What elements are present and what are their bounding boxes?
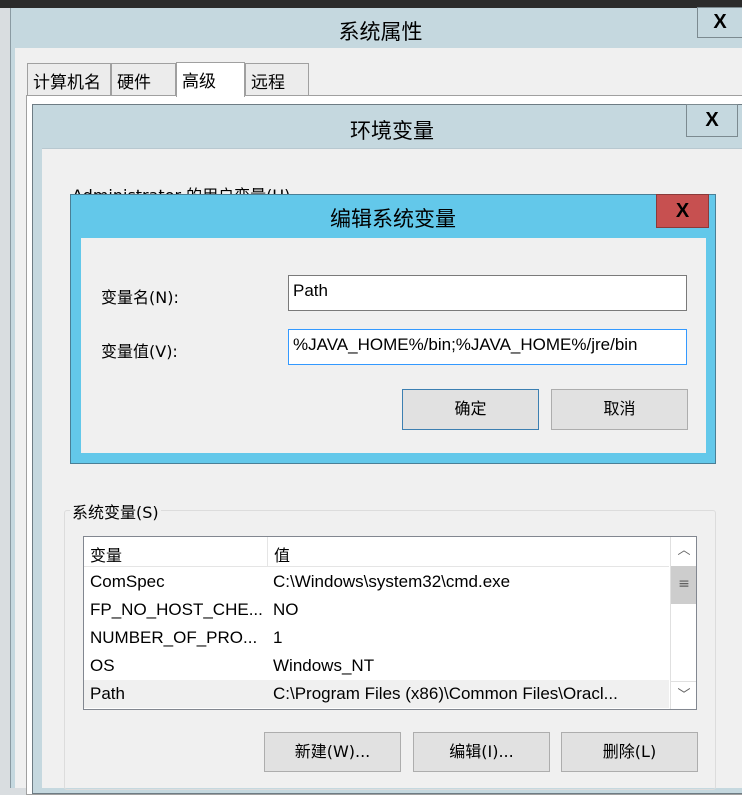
system-properties-close-button[interactable]: X <box>697 7 742 38</box>
window-title: 系统属性 <box>338 20 423 44</box>
tab-advanced[interactable]: 高级 <box>176 62 245 97</box>
var-value: C:\Program Files (x86)\Common Files\Orac… <box>273 684 618 703</box>
var-name: OS <box>90 656 115 675</box>
column-header-value[interactable]: 值 <box>274 542 290 566</box>
dialog-close-button[interactable]: X <box>656 194 709 228</box>
var-name: FP_NO_HOST_CHE... <box>90 600 263 619</box>
table-row[interactable]: OS Windows_NT <box>84 652 669 680</box>
edit-system-variable-dialog: 编辑系统变量 X 变量名(N): Path 变量值(V): %JAVA_HOME… <box>70 194 716 464</box>
desktop-top-bar <box>0 0 742 8</box>
system-vars-list[interactable]: 变量 值 ComSpec C:\Windows\system32\cmd.exe … <box>83 536 697 710</box>
new-button[interactable]: 新建(W)... <box>264 732 401 772</box>
env-vars-close-button[interactable]: X <box>686 104 738 137</box>
var-value: 1 <box>273 628 283 647</box>
system-vars-label: 系统变量(S) <box>70 499 161 523</box>
window-title: 环境变量 <box>350 119 434 143</box>
list-header: 变量 值 <box>84 537 669 567</box>
tab-hardware[interactable]: 硬件 <box>111 63 176 96</box>
var-name: ComSpec <box>90 572 165 591</box>
dialog-title: 编辑系统变量 <box>330 207 456 231</box>
var-name: NUMBER_OF_PRO... <box>90 628 258 647</box>
ok-button[interactable]: 确定 <box>402 389 539 430</box>
table-row[interactable]: ComSpec C:\Windows\system32\cmd.exe <box>84 568 669 596</box>
table-row[interactable]: NUMBER_OF_PRO... 1 <box>84 624 669 652</box>
tab-computer-name[interactable]: 计算机名 <box>27 63 111 96</box>
dialog-body: 变量名(N): Path 变量值(V): %JAVA_HOME%/bin;%JA… <box>81 238 706 453</box>
cancel-button[interactable]: 取消 <box>551 389 688 430</box>
variable-value-input[interactable]: %JAVA_HOME%/bin;%JAVA_HOME%/jre/bin <box>288 329 687 365</box>
scroll-up-arrow-icon[interactable]: ︿ <box>671 537 696 565</box>
column-header-variable[interactable]: 变量 <box>90 542 122 566</box>
variable-value-label: 变量值(V): <box>101 342 178 361</box>
variable-name-input[interactable]: Path <box>288 275 687 311</box>
var-value: NO <box>273 600 299 619</box>
var-value: C:\Windows\system32\cmd.exe <box>273 572 511 591</box>
var-value: Windows_NT <box>273 656 375 675</box>
var-name: Path <box>90 684 125 703</box>
vertical-scrollbar[interactable]: ︿ ≡ ﹀ <box>670 537 696 709</box>
table-row[interactable]: FP_NO_HOST_CHE... NO <box>84 596 669 624</box>
delete-button[interactable]: 删除(L) <box>561 732 698 772</box>
tab-remote[interactable]: 远程 <box>245 63 309 96</box>
table-row-selected[interactable]: Path C:\Program Files (x86)\Common Files\… <box>84 680 669 708</box>
scroll-down-arrow-icon[interactable]: ﹀ <box>671 681 696 709</box>
variable-name-label: 变量名(N): <box>101 288 179 307</box>
edit-button[interactable]: 编辑(I)... <box>413 732 550 772</box>
scrollbar-thumb[interactable]: ≡ <box>671 566 696 604</box>
